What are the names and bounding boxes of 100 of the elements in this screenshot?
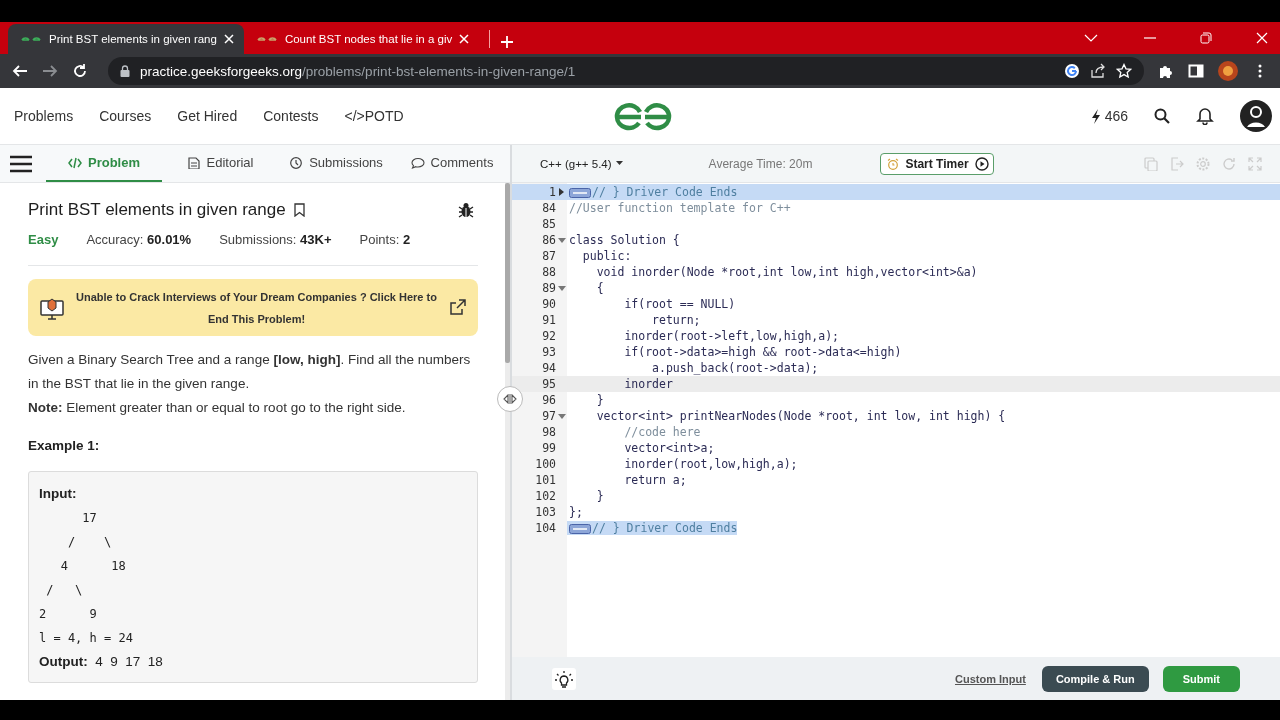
custom-input-link[interactable]: Custom Input	[955, 672, 1026, 685]
code-line: return;	[651, 313, 701, 327]
code-line: }	[595, 489, 604, 503]
fold-collapsed-icon[interactable]	[557, 188, 566, 196]
lightning-icon	[1090, 108, 1101, 124]
example-output: Output: 4 9 17 18	[39, 654, 163, 669]
line-number: 100	[534, 457, 556, 471]
menu-icon[interactable]	[10, 154, 32, 173]
code-line: vector<int> printNearNodes(Node *root, int low, int high) {	[595, 409, 1006, 423]
profile-avatar-icon[interactable]	[1218, 61, 1238, 81]
line-number: 85	[541, 217, 556, 231]
line-number: 102	[534, 489, 556, 503]
panel-tab[interactable]: Problem	[46, 145, 162, 182]
code-line: void inorder(Node *root,int low,int high,vector<int>&a)	[595, 265, 978, 279]
line-number: 104	[534, 521, 556, 535]
problem-title: Print BST elements in given range	[28, 200, 286, 220]
stat-text: Accuracy: 60.01%	[86, 232, 192, 247]
panel-tab[interactable]: Submissions	[278, 145, 394, 182]
line-number: 103	[534, 505, 556, 519]
browser-tab[interactable]: Print BST elements in given rang	[8, 24, 244, 54]
forward-arrow-icon[interactable]	[42, 63, 58, 79]
line-number: 84	[541, 201, 556, 215]
external-link-icon	[449, 299, 466, 316]
fold-expanded-icon[interactable]	[557, 284, 566, 292]
google-icon	[1064, 63, 1080, 79]
alarm-clock-icon	[887, 157, 900, 170]
example-line: / \	[45, 583, 83, 597]
code-line: inorder	[623, 377, 673, 391]
line-number: 92	[541, 329, 556, 343]
caret-icon	[615, 161, 623, 166]
code-line: };	[569, 505, 583, 519]
code-line: if(root->data>=high && root->data<=high)	[623, 345, 902, 359]
average-time: Average Time: 20m	[708, 156, 813, 171]
line-number: 86	[541, 233, 556, 247]
line-number: 89	[541, 281, 556, 295]
restore-icon[interactable]	[1200, 32, 1212, 44]
lightbulb-icon[interactable]	[552, 667, 576, 690]
puzzle-icon[interactable]	[1158, 63, 1174, 79]
language-dropdown[interactable]: C++ (g++ 5.4)	[540, 157, 623, 170]
code-line: {	[595, 281, 604, 295]
line-number: 99	[541, 441, 556, 455]
fold-expanded-icon[interactable]	[557, 236, 566, 244]
code-line: a.push_back(root->data);	[651, 361, 819, 375]
close-icon[interactable]	[1256, 32, 1268, 44]
new-tab-icon[interactable]	[500, 35, 515, 49]
promo-banner[interactable]: Unable to Crack Interviews of Your Dream Companies ? Click Here to End This Problem!	[28, 279, 478, 336]
lock-icon	[120, 65, 130, 77]
bell-icon[interactable]	[1196, 107, 1214, 125]
keyboard-icon	[569, 187, 591, 198]
nav-link[interactable]: Get Hired	[177, 108, 238, 124]
streak-count: 466	[1104, 108, 1128, 124]
code-line: vector<int>a;	[623, 441, 715, 455]
description-text: Note: Element greater than or equal to root go to the right side.	[28, 399, 407, 417]
bug-icon[interactable]	[458, 202, 474, 218]
split-arrows-icon	[503, 394, 517, 404]
nav-link[interactable]: </>POTD	[344, 108, 404, 124]
line-number: 97	[541, 409, 556, 423]
scrollbar-thumb[interactable]	[505, 183, 510, 363]
panel-tab[interactable]: Comments	[394, 145, 510, 182]
code-line: class Solution {	[569, 233, 680, 247]
bookmark-icon[interactable]	[293, 203, 305, 217]
line-number: 98	[541, 425, 556, 439]
example-line: l = 4, h = 24	[39, 631, 133, 645]
fold-expanded-icon[interactable]	[557, 412, 566, 420]
start-timer-button[interactable]: Start Timer	[880, 152, 994, 175]
panel-tab[interactable]: Editorial	[162, 145, 278, 182]
example-line: 4 18	[59, 559, 126, 573]
code-comment: // } Driver Code Ends	[592, 521, 738, 535]
description-text: Given a Binary Search Tree and a range [low, high]. Find all the numbers in the BST that lie in the given range.	[28, 351, 472, 393]
address-bar[interactable]: practice.geeksforgeeks.org/problems/print-bst-elements-in-given-range/1	[108, 57, 1144, 85]
stat-text: Points: 2	[359, 232, 411, 247]
user-avatar-icon[interactable]	[1240, 100, 1272, 132]
submit-button[interactable]: Submit	[1162, 665, 1240, 692]
example-line: 2 9	[39, 607, 97, 621]
code-line: if(root == NULL)	[623, 297, 736, 311]
example-heading: Example 1:	[28, 438, 101, 453]
keyboard-icon	[569, 523, 591, 534]
nav-link[interactable]: Courses	[99, 108, 152, 124]
line-number: 88	[541, 265, 556, 279]
back-arrow-icon[interactable]	[12, 63, 28, 79]
compile-run-button[interactable]: Compile & Run	[1041, 665, 1149, 692]
nav-link[interactable]: Problems	[14, 108, 74, 124]
reload-icon[interactable]	[72, 63, 88, 79]
difficulty-label: Easy	[28, 232, 59, 247]
code-comment: //User function template for C++	[569, 201, 791, 215]
side-panel-icon[interactable]	[1188, 63, 1204, 79]
line-number: 1	[548, 185, 556, 199]
share-icon	[1090, 63, 1106, 79]
code-line: public:	[581, 249, 632, 263]
code-line: return a;	[623, 473, 687, 487]
line-number: 87	[541, 249, 556, 263]
line-number: 96	[541, 393, 556, 407]
example-line: 17	[81, 511, 97, 525]
line-number: 91	[541, 313, 556, 327]
search-icon[interactable]	[1154, 108, 1170, 124]
example-line: / \	[66, 535, 112, 549]
browser-tab[interactable]: Count BST nodes that lie in a giv	[243, 24, 480, 54]
chevron-down-icon[interactable]	[1084, 33, 1098, 43]
nav-link[interactable]: Contests	[263, 108, 319, 124]
input-label: Input:	[39, 486, 77, 501]
